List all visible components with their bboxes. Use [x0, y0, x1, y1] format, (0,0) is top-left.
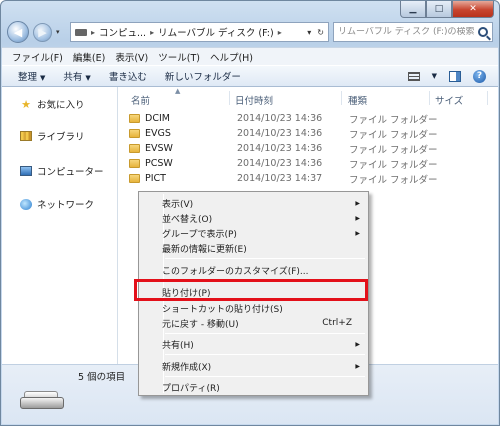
file-row[interactable]: EVGS 2014/10/23 14:36 ファイル フォルダー: [129, 126, 439, 141]
caption-buttons: ▁ □ ✕: [400, 1, 494, 19]
preview-pane-icon[interactable]: [449, 70, 461, 82]
column-name[interactable]: 名前: [131, 93, 150, 107]
organize-button[interactable]: 整理 ▼: [18, 69, 45, 83]
menu-separator: [165, 354, 365, 355]
column-divider[interactable]: [229, 91, 230, 105]
address-dropdown-icon[interactable]: ▾: [307, 28, 311, 37]
address-controls: ▾ ↻: [307, 28, 324, 37]
menu-separator: [165, 258, 365, 259]
submenu-arrow-icon: ▶: [355, 362, 360, 370]
column-size[interactable]: サイズ: [435, 93, 463, 107]
sort-caret-icon: ▲: [175, 87, 181, 95]
star-icon: ★: [21, 97, 31, 111]
menu-help[interactable]: ヘルプ(H): [210, 50, 253, 64]
removable-drive-icon: [20, 389, 64, 411]
column-divider[interactable]: [487, 91, 488, 105]
submenu-arrow-icon: ▶: [355, 214, 360, 222]
chevron-right-icon[interactable]: ▸: [91, 28, 95, 37]
maximize-button[interactable]: □: [426, 1, 452, 18]
command-bar: 整理 ▼ 共有 ▼ 書き込む 新しいフォルダー ▼ ?: [2, 65, 498, 87]
menu-separator: [165, 376, 365, 377]
column-divider[interactable]: [429, 91, 430, 105]
submenu-arrow-icon: ▶: [355, 229, 360, 237]
file-row[interactable]: EVSW 2014/10/23 14:36 ファイル フォルダー: [129, 141, 439, 156]
menu-tools[interactable]: ツール(T): [158, 50, 200, 64]
submenu-arrow-icon: ▶: [355, 340, 360, 348]
view-controls: ▼ ?: [407, 69, 498, 83]
network-icon: [20, 198, 32, 210]
folder-icon: [129, 144, 140, 153]
folder-icon: [129, 159, 140, 168]
menu-edit[interactable]: 編集(E): [73, 50, 105, 64]
forward-button[interactable]: ▶: [33, 22, 52, 42]
menu-separator: [165, 333, 365, 334]
breadcrumb-computer[interactable]: コンピュ...: [99, 25, 146, 39]
menu-item-refresh[interactable]: 最新の情報に更新(E): [139, 241, 368, 255]
dropdown-arrow-icon: ▼: [85, 74, 91, 82]
menu-item-properties[interactable]: プロパティ(R): [139, 380, 368, 394]
dropdown-arrow-icon: ▼: [40, 74, 46, 82]
nav-computer[interactable]: コンピューター: [20, 164, 104, 178]
search-icon[interactable]: [478, 27, 488, 37]
menu-item-group[interactable]: グループで表示(P) ▶: [139, 226, 368, 240]
item-count: 5 個の項目: [78, 372, 126, 383]
computer-icon: [20, 165, 32, 177]
menu-item-sort[interactable]: 並べ替え(O) ▶: [139, 211, 368, 225]
column-type[interactable]: 種類: [348, 93, 367, 107]
chevron-right-icon[interactable]: ▸: [278, 28, 282, 37]
menu-item-undo-move[interactable]: 元に戻す - 移動(U) Ctrl+Z: [139, 316, 368, 330]
column-date[interactable]: 日付時刻: [235, 93, 273, 107]
menu-bar: ファイル(F) 編集(E) 表示(V) ツール(T) ヘルプ(H): [2, 47, 498, 65]
search-field[interactable]: [333, 22, 493, 42]
column-divider[interactable]: [341, 91, 342, 105]
chevron-right-icon[interactable]: ▸: [150, 28, 154, 37]
minimize-button[interactable]: ▁: [400, 1, 426, 18]
new-folder-button[interactable]: 新しいフォルダー: [165, 69, 241, 83]
refresh-icon[interactable]: ↻: [317, 28, 324, 37]
close-button[interactable]: ✕: [452, 1, 494, 18]
search-input[interactable]: [338, 27, 476, 37]
file-row[interactable]: PCSW 2014/10/23 14:36 ファイル フォルダー: [129, 156, 439, 171]
menu-item-customize[interactable]: このフォルダーのカスタマイズ(F)...: [139, 263, 368, 277]
folder-icon: [129, 129, 140, 138]
address-row: ◀ ▶ ▾ ▸ コンピュ... ▸ リムーバブル ディスク (F:) ▸ ▾ ↻: [7, 21, 493, 43]
folder-icon: [129, 174, 140, 183]
library-icon: [20, 130, 32, 142]
burn-button[interactable]: 書き込む: [109, 69, 147, 83]
menu-item-view[interactable]: 表示(V) ▶: [139, 196, 368, 210]
paste-highlight-box: [134, 279, 368, 301]
share-button[interactable]: 共有 ▼: [63, 69, 90, 83]
menu-view[interactable]: 表示(V): [115, 50, 148, 64]
nav-favorites[interactable]: ★ お気に入り: [20, 97, 84, 112]
menu-item-new[interactable]: 新規作成(X) ▶: [139, 359, 368, 373]
menu-item-paste-shortcut[interactable]: ショートカットの貼り付け(S): [139, 301, 368, 315]
help-icon[interactable]: ?: [473, 69, 486, 83]
submenu-arrow-icon: ▶: [355, 199, 360, 207]
folder-icon: [129, 114, 140, 123]
menu-item-share[interactable]: 共有(H) ▶: [139, 337, 368, 351]
menu-file[interactable]: ファイル(F): [12, 50, 63, 64]
back-button[interactable]: ◀: [7, 21, 29, 43]
nav-libraries[interactable]: ライブラリ: [20, 129, 85, 143]
view-options-icon[interactable]: [407, 71, 420, 81]
nav-network[interactable]: ネットワーク: [20, 197, 94, 211]
file-row[interactable]: PICT 2014/10/23 14:37 ファイル フォルダー: [129, 171, 439, 186]
shortcut-label: Ctrl+Z: [322, 318, 352, 328]
address-bar[interactable]: ▸ コンピュ... ▸ リムーバブル ディスク (F:) ▸ ▾ ↻: [70, 22, 329, 42]
view-dropdown-icon[interactable]: ▼: [432, 72, 437, 80]
drive-icon: [75, 28, 87, 36]
file-row[interactable]: DCIM 2014/10/23 14:36 ファイル フォルダー: [129, 111, 439, 126]
breadcrumb-removable-disk[interactable]: リムーバブル ディスク (F:): [158, 25, 274, 39]
recent-pages-dropdown[interactable]: ▾: [56, 28, 66, 36]
